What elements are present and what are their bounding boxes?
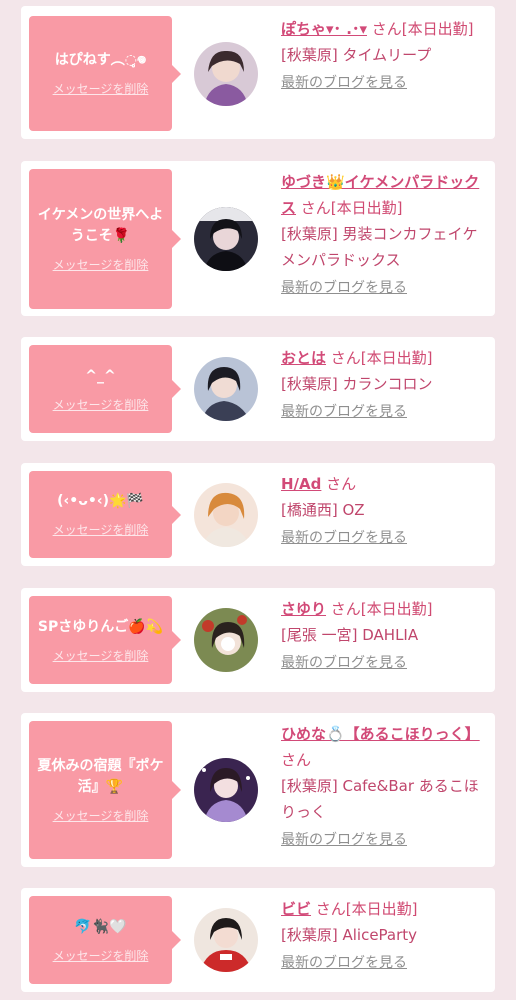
- cast-name-link[interactable]: ぽちゃ▾･ .･▾: [281, 20, 367, 38]
- message-card: 🐬🐈‍⬛🤍 メッセージを削除 ビビ さん[本日出勤] [秋葉原] AlicePa…: [21, 888, 495, 992]
- message-bubble: はぴねす︵◌̥̥𖦹 メッセージを削除: [29, 16, 181, 131]
- cast-info: H/Ad さん [橋通西] OZ 最新のブログを見る: [281, 471, 491, 551]
- latest-blog-link[interactable]: 最新のブログを見る: [281, 399, 407, 425]
- delete-message-link[interactable]: メッセージを削除: [53, 257, 149, 273]
- message-bubble: イケメンの世界へようこそ🌹 メッセージを削除: [29, 169, 181, 309]
- latest-blog-link[interactable]: 最新のブログを見る: [281, 650, 407, 676]
- avatar[interactable]: [194, 608, 258, 672]
- cast-info: おとは さん[本日出勤] [秋葉原] カランコロン 最新のブログを見る: [281, 345, 491, 425]
- shop-name: [秋葉原] カランコロン: [281, 375, 433, 393]
- delete-message-link[interactable]: メッセージを削除: [53, 522, 149, 538]
- message-bubble: (‹•ᴗ•‹)🌟🏁 メッセージを削除: [29, 471, 181, 558]
- cast-name-link[interactable]: さゆり: [281, 600, 326, 618]
- delete-message-link[interactable]: メッセージを削除: [53, 81, 149, 97]
- delete-message-link[interactable]: メッセージを削除: [53, 808, 149, 824]
- shop-name: [秋葉原] AliceParty: [281, 926, 418, 944]
- message-text: SPさゆりんご🍎💫: [37, 618, 164, 635]
- message-text: (‹•ᴗ•‹)🌟🏁: [57, 493, 144, 509]
- cast-status: さん: [281, 751, 312, 769]
- latest-blog-link[interactable]: 最新のブログを見る: [281, 70, 407, 96]
- avatar[interactable]: [194, 483, 258, 547]
- avatar[interactable]: [194, 758, 258, 822]
- message-card: ^_^ メッセージを削除 おとは さん[本日出勤] [秋葉原] カランコロン 最…: [21, 337, 495, 441]
- latest-blog-link[interactable]: 最新のブログを見る: [281, 827, 407, 853]
- latest-blog-link[interactable]: 最新のブログを見る: [281, 275, 407, 301]
- avatar[interactable]: [194, 357, 258, 421]
- cast-name-link[interactable]: ひめな💍【あるこほりっく】: [281, 725, 480, 743]
- cast-info: ビビ さん[本日出勤] [秋葉原] AliceParty 最新のブログを見る: [281, 896, 491, 976]
- delete-message-link[interactable]: メッセージを削除: [53, 648, 149, 664]
- message-text: 🐬🐈‍⬛🤍: [74, 918, 127, 935]
- latest-blog-link[interactable]: 最新のブログを見る: [281, 950, 407, 976]
- message-bubble: SPさゆりんご🍎💫 メッセージを削除: [29, 596, 181, 684]
- cast-status: さん[本日出勤]: [300, 199, 403, 217]
- avatar[interactable]: [194, 207, 258, 271]
- message-card: 夏休みの宿題『ポケ活』🏆 メッセージを削除 ひめな💍【あるこほりっく】 さん […: [21, 713, 495, 867]
- cast-status: さん[本日出勤]: [315, 900, 418, 918]
- message-text: ^_^: [85, 367, 116, 384]
- cast-status: さん[本日出勤]: [371, 20, 474, 38]
- avatar[interactable]: [194, 42, 258, 106]
- cast-name-link[interactable]: おとは: [281, 349, 326, 367]
- message-text: イケメンの世界へようこそ🌹: [37, 207, 164, 244]
- message-card: イケメンの世界へようこそ🌹 メッセージを削除 ゆづき👑イケメンパラドックス さん…: [21, 161, 495, 316]
- cast-info: ゆづき👑イケメンパラドックス さん[本日出勤] [秋葉原] 男装コンカフェイケメ…: [281, 169, 491, 301]
- cast-name-link[interactable]: ビビ: [281, 900, 311, 918]
- shop-name: [秋葉原] Cafe&Bar あるこほりっく: [281, 777, 479, 821]
- shop-name: [秋葉原] 男装コンカフェイケメンパラドックス: [281, 225, 478, 269]
- shop-name: [橋通西] OZ: [281, 501, 365, 519]
- message-card: はぴねす︵◌̥̥𖦹 メッセージを削除 ぽちゃ▾･ .･▾ さん[本日出勤] [秋…: [21, 6, 495, 139]
- message-card: (‹•ᴗ•‹)🌟🏁 メッセージを削除 H/Ad さん [橋通西] OZ 最新のブ…: [21, 463, 495, 566]
- cast-name-link[interactable]: H/Ad: [281, 475, 321, 493]
- cast-status: さん[本日出勤]: [330, 600, 433, 618]
- shop-name: [尾張 一宮] DAHLIA: [281, 626, 419, 644]
- message-bubble: 夏休みの宿題『ポケ活』🏆 メッセージを削除: [29, 721, 181, 859]
- latest-blog-link[interactable]: 最新のブログを見る: [281, 525, 407, 551]
- cast-status: さん[本日出勤]: [330, 349, 433, 367]
- message-list: はぴねす︵◌̥̥𖦹 メッセージを削除 ぽちゃ▾･ .･▾ さん[本日出勤] [秋…: [0, 0, 516, 1000]
- cast-info: ひめな💍【あるこほりっく】 さん [秋葉原] Cafe&Bar あるこほりっく …: [281, 721, 491, 853]
- message-bubble: 🐬🐈‍⬛🤍 メッセージを削除: [29, 896, 181, 984]
- cast-status: さん: [326, 475, 357, 493]
- message-text: 夏休みの宿題『ポケ活』🏆: [37, 758, 164, 795]
- delete-message-link[interactable]: メッセージを削除: [53, 397, 149, 413]
- cast-info: さゆり さん[本日出勤] [尾張 一宮] DAHLIA 最新のブログを見る: [281, 596, 491, 676]
- message-text: はぴねす︵◌̥̥𖦹: [54, 52, 147, 68]
- delete-message-link[interactable]: メッセージを削除: [53, 948, 149, 964]
- message-card: SPさゆりんご🍎💫 メッセージを削除 さゆり さん[本日出勤] [尾張 一宮] …: [21, 588, 495, 692]
- cast-info: ぽちゃ▾･ .･▾ さん[本日出勤] [秋葉原] タイムリープ 最新のブログを見…: [281, 16, 491, 96]
- avatar[interactable]: [194, 908, 258, 972]
- shop-name: [秋葉原] タイムリープ: [281, 46, 432, 64]
- message-bubble: ^_^ メッセージを削除: [29, 345, 181, 433]
